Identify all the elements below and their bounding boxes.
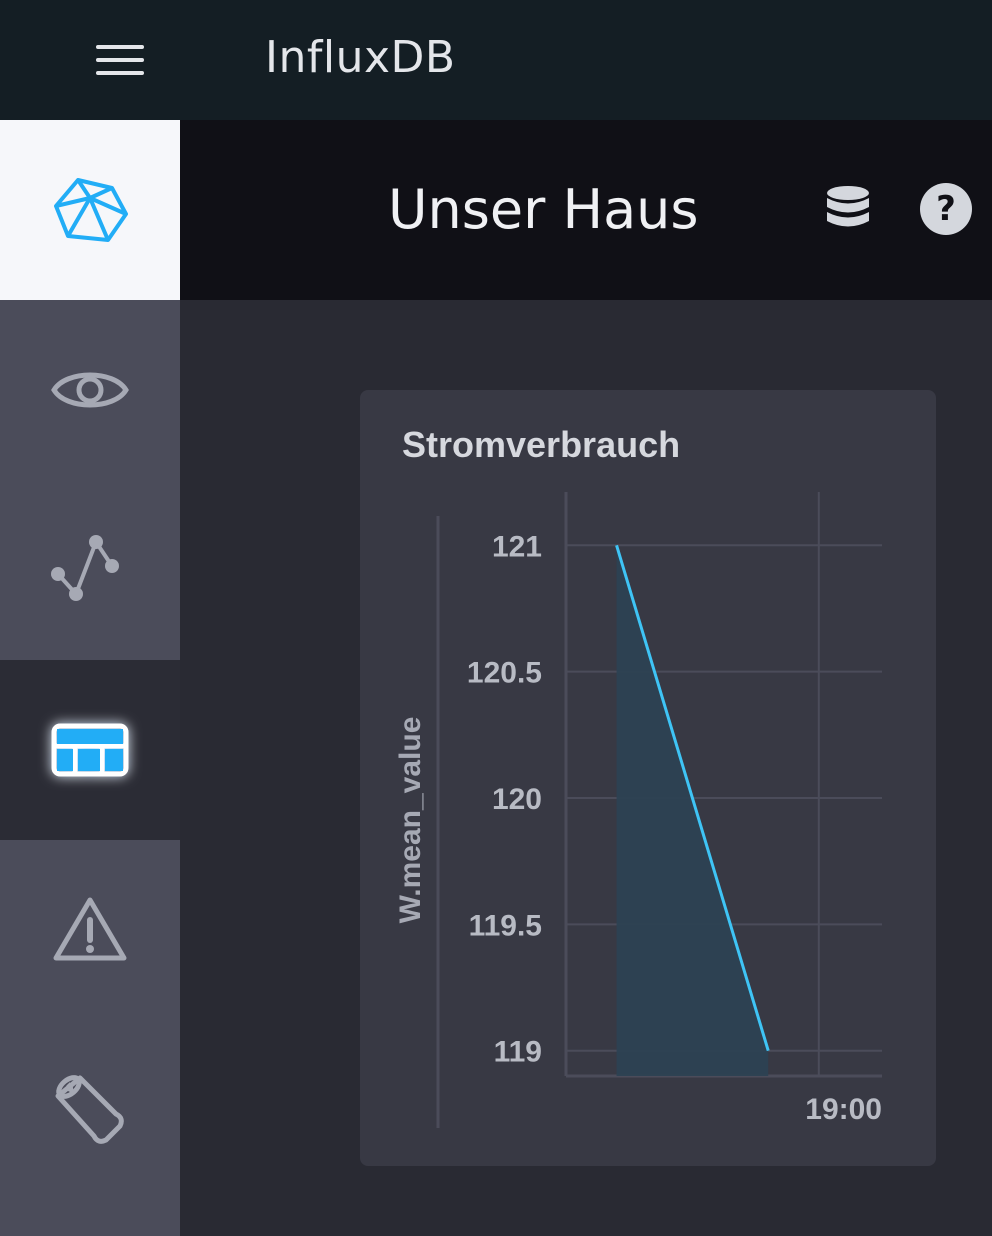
sidebar-item-alerts[interactable] <box>0 840 180 1020</box>
database-button[interactable] <box>818 180 878 240</box>
sidebar-nav <box>0 120 180 1236</box>
wood-log-icon <box>55 1075 124 1144</box>
top-bar: InfluxDB <box>0 0 992 120</box>
y-tick-label: 121 <box>492 530 542 563</box>
sidebar-item-logs[interactable] <box>0 1020 180 1200</box>
page-title: Unser Haus <box>388 178 699 241</box>
app-title: InfluxDB <box>265 32 456 83</box>
alert-triangle-icon <box>53 897 127 961</box>
y-tick-label: 120 <box>492 783 542 816</box>
eye-icon <box>51 372 129 408</box>
y-axis-label: W.mean_value <box>394 717 427 924</box>
dashboard-cell[interactable]: Stromverbrauch W.mean_value 121 120.5 120 11… <box>360 390 936 1166</box>
y-tick-label: 120.5 <box>467 657 542 690</box>
dashboard-icon <box>51 723 129 777</box>
sidebar-item-graph[interactable] <box>0 480 180 660</box>
help-button[interactable]: ? <box>920 183 972 235</box>
dashboard-content: Stromverbrauch W.mean_value 121 120.5 120 11… <box>180 300 992 1236</box>
hamburger-menu-icon <box>96 45 144 75</box>
sidebar-item-dashboards[interactable] <box>0 660 180 840</box>
line-chart: W.mean_value 121 120.5 120 119.5 119 19:00 <box>394 492 882 1128</box>
hamburger-menu-button[interactable] <box>80 30 160 90</box>
x-tick-label: 19:00 <box>805 1093 882 1126</box>
sidebar-item-data-explorer[interactable] <box>0 300 180 480</box>
sidebar-item-home[interactable] <box>0 120 180 300</box>
y-tick-label: 119 <box>494 1036 542 1069</box>
y-tick-label: 119.5 <box>469 909 542 942</box>
influx-logo-icon <box>54 178 128 242</box>
database-icon <box>827 186 869 227</box>
page-header: Unser Haus ? <box>180 120 992 300</box>
graph-icon <box>51 535 119 601</box>
